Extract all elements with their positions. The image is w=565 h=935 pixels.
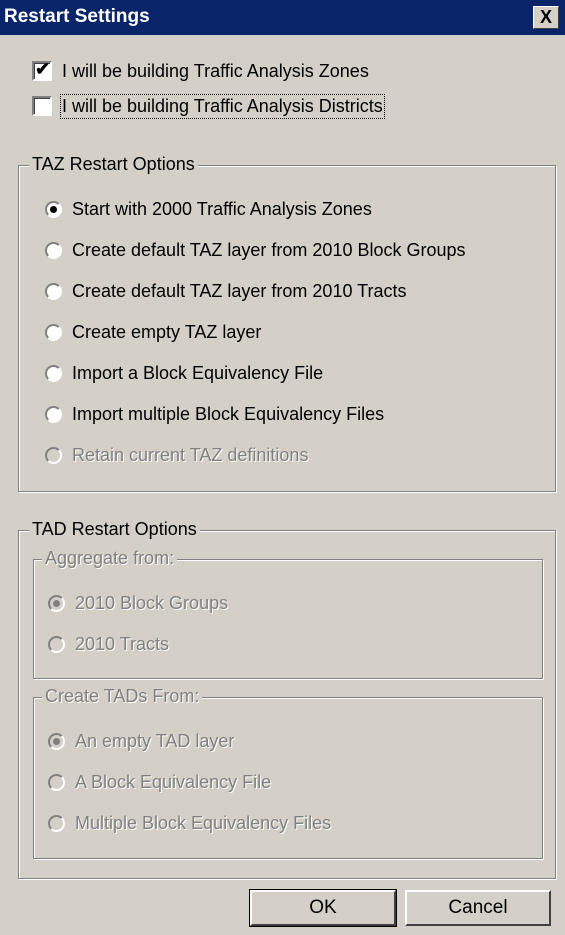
taz-option-label: Start with 2000 Traffic Analysis Zones [72,198,372,219]
taz-option-start-2000[interactable]: Start with 2000 Traffic Analysis Zones [45,196,372,222]
radio-button[interactable] [45,323,62,341]
radio-button[interactable] [45,200,62,218]
radio-button [48,732,65,750]
taz-option-label: Retain current TAZ definitions [72,444,309,465]
taz-option-empty[interactable]: Create empty TAZ layer [45,319,261,345]
radio-button [48,635,65,653]
taz-option-label: Create default TAZ layer from 2010 Block… [72,239,466,260]
ok-button[interactable]: OK [249,889,397,927]
radio-button[interactable] [45,405,62,423]
radio-button[interactable] [45,282,62,300]
create-option-multiple-bef: Multiple Block Equivalency Files [48,810,331,836]
tad-restart-group: TAD Restart Options Aggregate from: 2010… [18,519,556,879]
radio-button[interactable] [45,364,62,382]
create-tads-group: Create TADs From: An empty TAD layer A B… [33,686,543,859]
tad-group-legend: TAD Restart Options [29,519,200,540]
create-option-label: An empty TAD layer [75,730,235,751]
aggregate-option-block-groups: 2010 Block Groups [48,590,228,616]
radio-button [48,594,65,612]
taz-option-label: Create empty TAZ layer [72,321,262,342]
cancel-button[interactable]: Cancel [405,890,551,926]
taz-option-label: Import a Block Equivalency File [72,362,324,383]
window-title: Restart Settings [4,6,150,27]
taz-option-label: Create default TAZ layer from 2010 Tract… [72,280,407,301]
create-group-legend: Create TADs From: [42,686,203,707]
taz-option-retain: Retain current TAZ definitions [45,442,308,468]
aggregate-group-legend: Aggregate from: [42,548,178,569]
radio-button [48,773,65,791]
radio-button [48,814,65,832]
create-option-bef: A Block Equivalency File [48,769,271,795]
create-option-label: A Block Equivalency File [75,771,272,792]
title-bar: Restart Settings X [0,0,565,35]
aggregate-from-group: Aggregate from: 2010 Block Groups 2010 T… [33,548,543,679]
aggregate-option-label: 2010 Block Groups [75,592,229,613]
build-zones-label: I will be building Traffic Analysis Zone… [62,60,369,81]
radio-selected-icon [53,599,60,607]
checkbox-box[interactable] [32,96,52,116]
taz-option-block-groups[interactable]: Create default TAZ layer from 2010 Block… [45,237,466,263]
aggregate-option-tracts: 2010 Tracts [48,631,169,657]
radio-button[interactable] [45,241,62,259]
taz-option-label: Import multiple Block Equivalency Files [72,403,385,424]
taz-option-import-bef[interactable]: Import a Block Equivalency File [45,360,323,386]
checkbox-box[interactable]: ✔ [32,59,52,81]
create-option-label: Multiple Block Equivalency Files [75,812,332,833]
radio-selected-icon [53,737,60,745]
taz-option-import-multiple-bef[interactable]: Import multiple Block Equivalency Files [45,401,384,427]
radio-selected-icon [50,205,57,213]
aggregate-option-label: 2010 Tracts [75,633,170,654]
build-districts-checkbox[interactable]: I will be building Traffic Analysis Dist… [32,93,385,119]
taz-option-tracts[interactable]: Create default TAZ layer from 2010 Tract… [45,278,406,304]
radio-button [45,446,62,464]
taz-group-legend: TAZ Restart Options [29,154,198,175]
build-zones-checkbox[interactable]: ✔ I will be building Traffic Analysis Zo… [32,58,369,84]
checkmark-icon: ✔ [35,59,51,79]
build-districts-label: I will be building Traffic Analysis Dist… [60,93,385,119]
create-option-empty: An empty TAD layer [48,728,234,754]
taz-restart-group: TAZ Restart Options Start with 2000 Traf… [18,154,556,492]
close-button[interactable]: X [533,6,559,29]
